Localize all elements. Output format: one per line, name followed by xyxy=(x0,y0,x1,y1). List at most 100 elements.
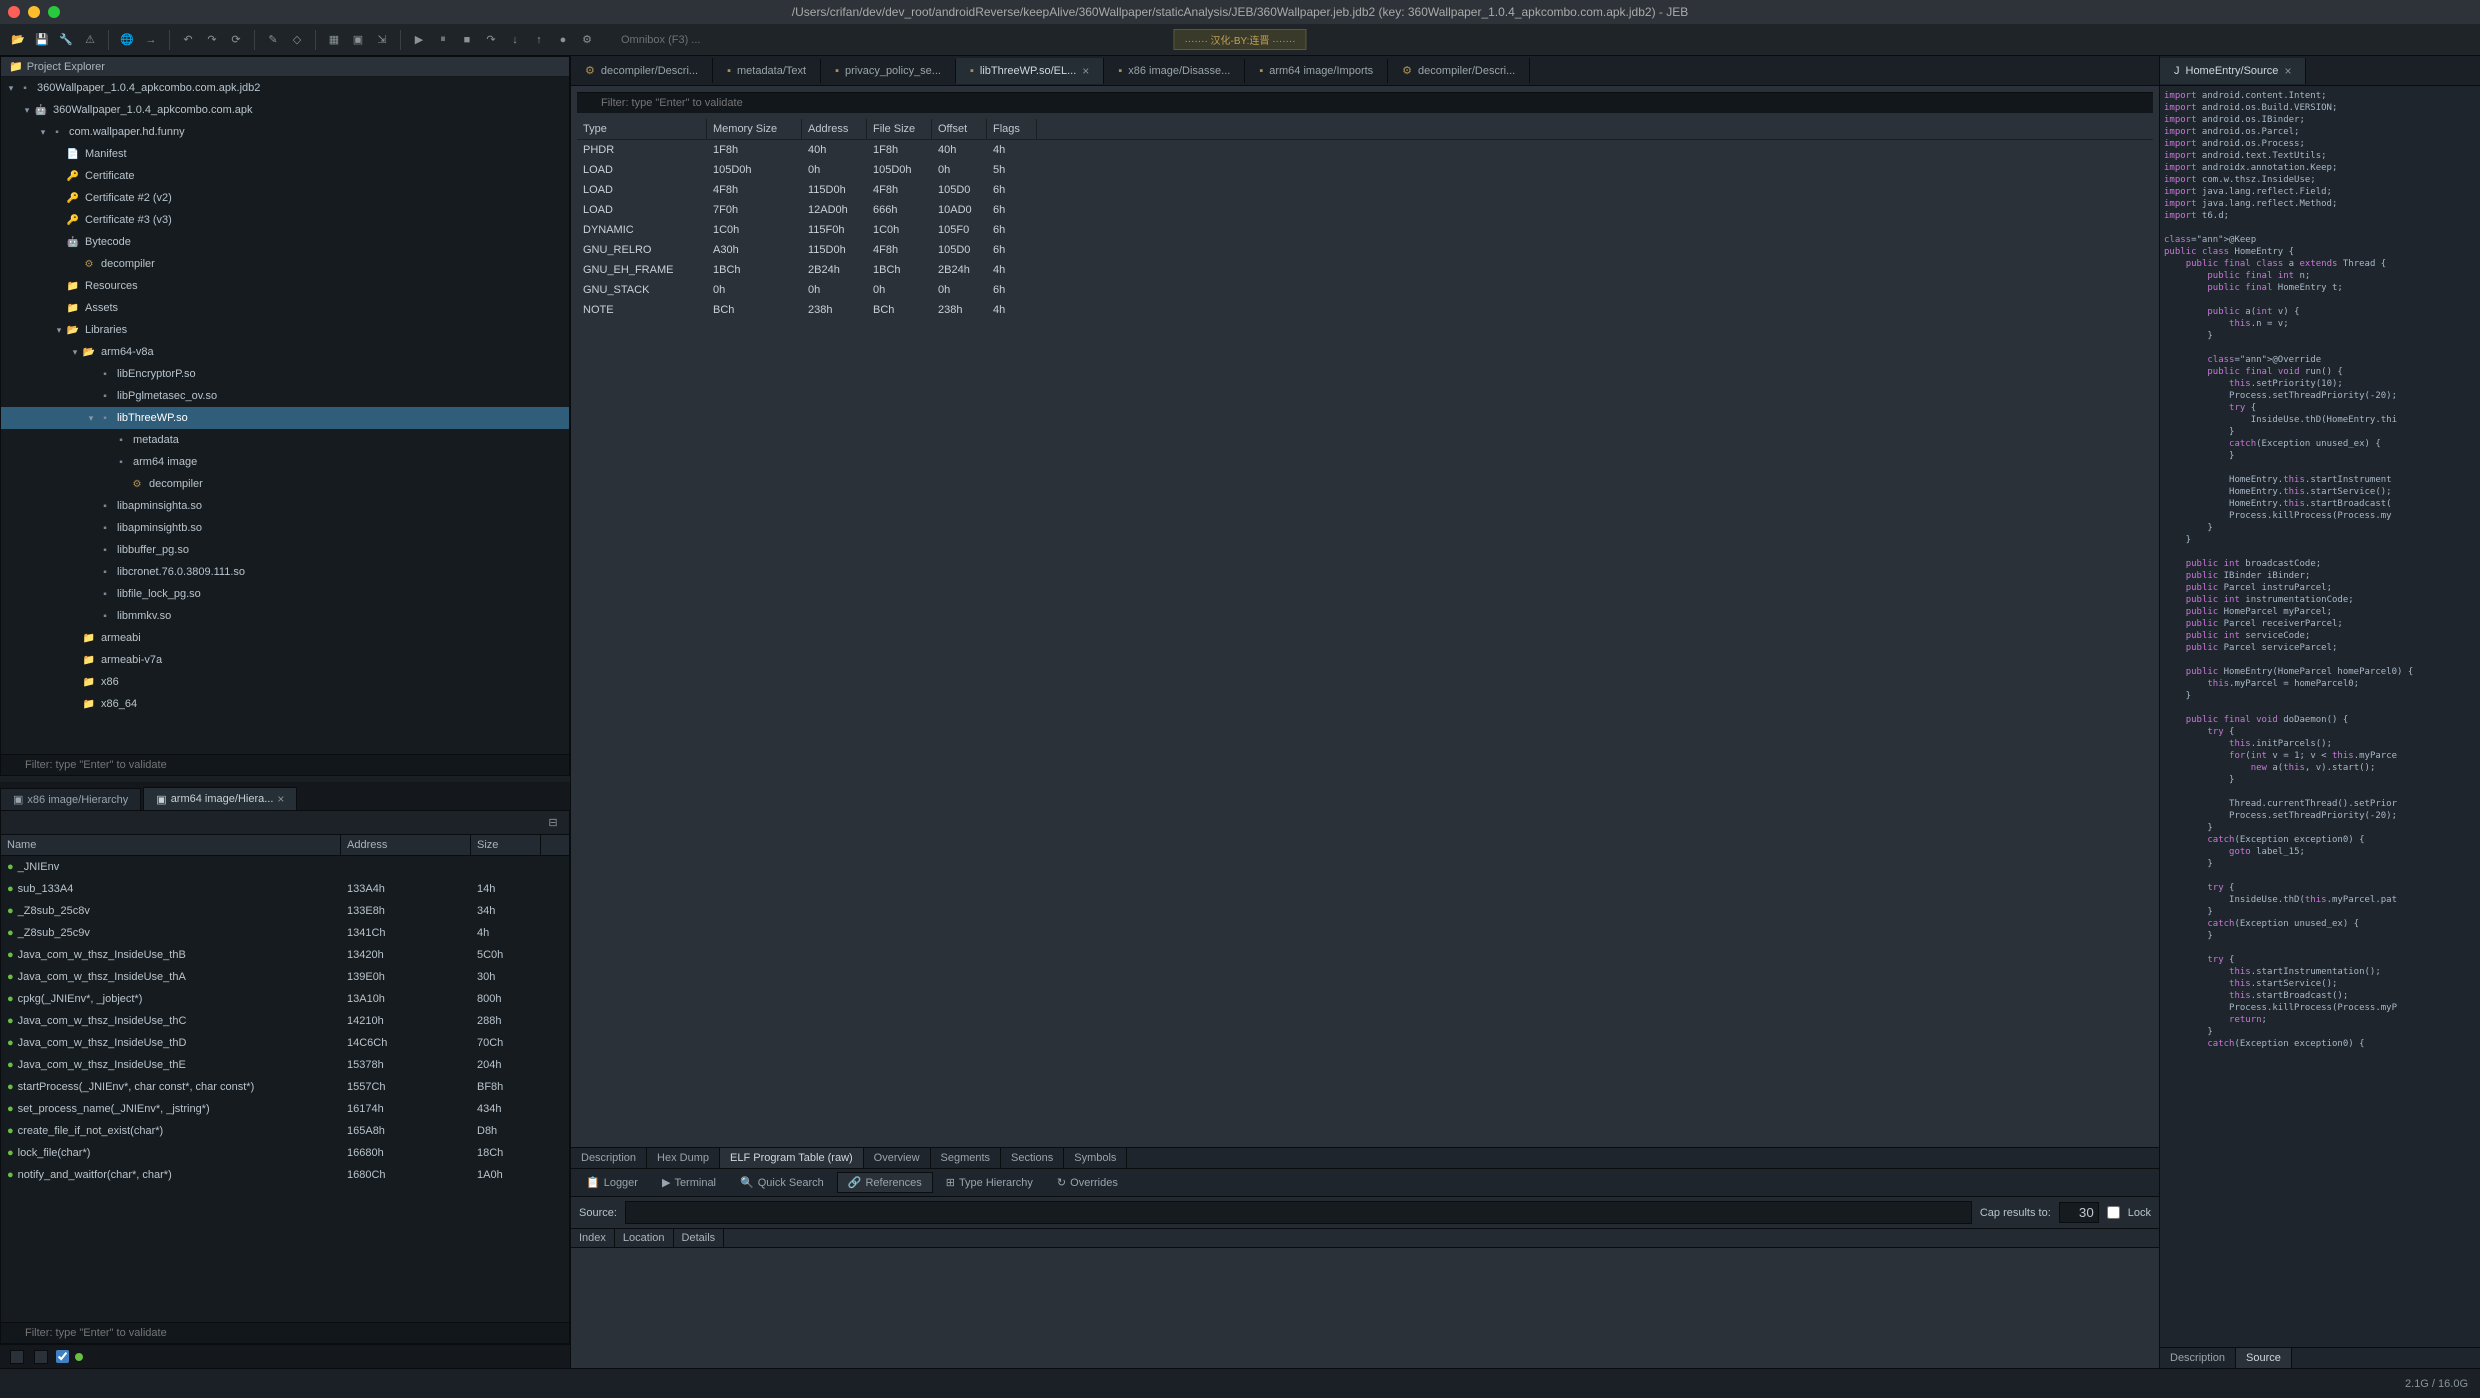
tree-item[interactable]: ▪ arm64 image xyxy=(1,451,569,473)
source-tab[interactable]: J HomeEntry/Source × xyxy=(2160,58,2306,84)
editor-bottom-tab[interactable]: Symbols xyxy=(1064,1148,1127,1168)
step-out-icon[interactable]: ↑ xyxy=(529,30,549,50)
table-row[interactable]: ●lock_file(char*)16680h18Ch xyxy=(1,1142,569,1164)
table-row[interactable]: ●notify_and_waitfor(char*, char*)1680Ch1… xyxy=(1,1164,569,1186)
table-row[interactable]: LOAD105D0h0h105D0h0h5h xyxy=(577,160,2153,180)
table-row[interactable]: ●Java_com_w_thsz_InsideUse_thB13420h5C0h xyxy=(1,944,569,966)
editor-tab[interactable]: ⚙decompiler/Descri... xyxy=(1388,58,1530,83)
editor-bottom-tab[interactable]: Segments xyxy=(931,1148,1002,1168)
editor-tab[interactable]: ▪libThreeWP.so/EL...× xyxy=(956,58,1104,84)
elf-col-header[interactable]: Address xyxy=(802,119,867,139)
tree-item[interactable]: ▾ ▪ 360Wallpaper_1.0.4_apkcombo.com.apk.… xyxy=(1,77,569,99)
table-row[interactable]: ●Java_com_w_thsz_InsideUse_thD14C6Ch70Ch xyxy=(1,1032,569,1054)
table-row[interactable]: ●_Z8sub_25c8v133E8h34h xyxy=(1,900,569,922)
hierarchy-tab[interactable]: ▣arm64 image/Hiera...× xyxy=(143,787,297,810)
redo-icon[interactable]: ↷ xyxy=(202,30,222,50)
table-row[interactable]: ●Java_com_w_thsz_InsideUse_thE15378h204h xyxy=(1,1054,569,1076)
table-row[interactable]: ●Java_com_w_thsz_InsideUse_thA139E0h30h xyxy=(1,966,569,988)
tree-item[interactable]: ▪ metadata xyxy=(1,429,569,451)
editor-bottom-tab[interactable]: ELF Program Table (raw) xyxy=(720,1148,864,1168)
view-btn-1[interactable] xyxy=(10,1350,24,1364)
warning-icon[interactable]: ⚠ xyxy=(80,30,100,50)
edit-icon[interactable]: ✎ xyxy=(263,30,283,50)
col-header-address[interactable]: Address xyxy=(341,835,471,855)
open-icon[interactable]: 📂 xyxy=(8,30,28,50)
elf-filter-input[interactable] xyxy=(577,93,2153,113)
step-over-icon[interactable]: ↷ xyxy=(481,30,501,50)
table-row[interactable]: ●Java_com_w_thsz_InsideUse_thC14210h288h xyxy=(1,1010,569,1032)
console-tab[interactable]: ⊞Type Hierarchy xyxy=(935,1172,1044,1193)
omnibox-hint[interactable]: Omnibox (F3) ... xyxy=(621,34,700,46)
source-input[interactable] xyxy=(625,1201,1972,1224)
close-window-button[interactable] xyxy=(8,6,20,18)
analyze-icon[interactable]: 🔧 xyxy=(56,30,76,50)
tag-icon[interactable]: ◇ xyxy=(287,30,307,50)
tree-item[interactable]: ▪ libfile_lock_pg.so xyxy=(1,583,569,605)
table-row[interactable]: LOAD4F8h115D0h4F8h105D06h xyxy=(577,180,2153,200)
elf-col-header[interactable]: Offset xyxy=(932,119,987,139)
project-tree[interactable]: ▾ ▪ 360Wallpaper_1.0.4_apkcombo.com.apk.… xyxy=(1,77,569,754)
tree-item[interactable]: 📁 armeabi xyxy=(1,627,569,649)
hierarchy-filter-input[interactable] xyxy=(1,1323,569,1343)
hierarchy-table-body[interactable]: ●_JNIEnv●sub_133A4133A4h14h●_Z8sub_25c8v… xyxy=(1,856,569,1322)
tree-item[interactable]: 📁 Assets xyxy=(1,297,569,319)
console-tab[interactable]: ▶Terminal xyxy=(651,1172,727,1193)
tree-item[interactable]: 📁 Resources xyxy=(1,275,569,297)
editor-tab[interactable]: ▪arm64 image/Imports xyxy=(1245,59,1388,83)
table-row[interactable]: PHDR1F8h40h1F8h40h4h xyxy=(577,140,2153,160)
editor-tab[interactable]: ▪metadata/Text xyxy=(713,59,821,83)
editor-tab[interactable]: ▪x86 image/Disasse... xyxy=(1104,59,1245,83)
editor-tab[interactable]: ⚙decompiler/Descri... xyxy=(571,58,713,83)
editor-bottom-tab[interactable]: Description xyxy=(571,1148,647,1168)
cap-results-input[interactable] xyxy=(2059,1202,2099,1223)
console-col-header[interactable]: Index xyxy=(571,1229,615,1247)
elf-table-body[interactable]: PHDR1F8h40h1F8h40h4hLOAD105D0h0h105D0h0h… xyxy=(577,140,2153,320)
tree-item[interactable]: 📄 Manifest xyxy=(1,143,569,165)
table-row[interactable]: ●_Z8sub_25c9v1341Ch4h xyxy=(1,922,569,944)
tree-item[interactable]: 🤖 Bytecode xyxy=(1,231,569,253)
save-icon[interactable]: 💾 xyxy=(32,30,52,50)
refresh-icon[interactable]: ⟳ xyxy=(226,30,246,50)
table-row[interactable]: GNU_RELROA30h115D0h4F8h105D06h xyxy=(577,240,2153,260)
close-icon[interactable]: × xyxy=(1082,64,1089,78)
console-tab[interactable]: ↻Overrides xyxy=(1046,1172,1129,1193)
tree-item[interactable]: 📁 armeabi-v7a xyxy=(1,649,569,671)
tree-item[interactable]: ▪ libEncryptorP.so xyxy=(1,363,569,385)
table-row[interactable]: ●sub_133A4133A4h14h xyxy=(1,878,569,900)
console-tab[interactable]: 🔍Quick Search xyxy=(729,1172,835,1193)
tree-item[interactable]: ▾ ▪ libThreeWP.so xyxy=(1,407,569,429)
console-body[interactable] xyxy=(571,1248,2159,1368)
tree-filter-input[interactable] xyxy=(1,755,569,775)
table-row[interactable]: LOAD7F0h12AD0h666h10AD06h xyxy=(577,200,2153,220)
tree-item[interactable]: ▪ libPglmetasec_ov.so xyxy=(1,385,569,407)
tree-item[interactable]: ▪ libcronet.76.0.3809.111.so xyxy=(1,561,569,583)
elf-col-header[interactable]: Flags xyxy=(987,119,1037,139)
close-icon[interactable]: × xyxy=(277,792,284,806)
elf-col-header[interactable]: Memory Size xyxy=(707,119,802,139)
collapse-icon[interactable]: ⇲ xyxy=(372,30,392,50)
table-row[interactable]: DYNAMIC1C0h115F0h1C0h105F06h xyxy=(577,220,2153,240)
tree-item[interactable]: ▪ libapminsighta.so xyxy=(1,495,569,517)
console-tab[interactable]: 📋Logger xyxy=(575,1172,649,1193)
table-row[interactable]: ●_JNIEnv xyxy=(1,856,569,878)
tree-item[interactable]: 📁 x86_64 xyxy=(1,693,569,715)
editor-tab[interactable]: ▪privacy_policy_se... xyxy=(821,59,956,83)
forward-icon[interactable]: → xyxy=(141,30,161,50)
table-row[interactable]: NOTEBCh238hBCh238h4h xyxy=(577,300,2153,320)
breakpoint-icon[interactable]: ● xyxy=(553,30,573,50)
debug-stop-icon[interactable]: ■ xyxy=(457,30,477,50)
editor-bottom-tab[interactable]: Hex Dump xyxy=(647,1148,720,1168)
source-bottom-tab[interactable]: Source xyxy=(2236,1348,2292,1368)
source-code-view[interactable]: import android.content.Intent; import an… xyxy=(2160,86,2480,1347)
tree-item[interactable]: ▾ 🤖 360Wallpaper_1.0.4_apkcombo.com.apk xyxy=(1,99,569,121)
col-header-size[interactable]: Size xyxy=(471,835,541,855)
lock-checkbox[interactable] xyxy=(2107,1206,2120,1219)
block-icon[interactable]: ▣ xyxy=(348,30,368,50)
step-into-icon[interactable]: ↓ xyxy=(505,30,525,50)
tree-item[interactable]: 🔑 Certificate xyxy=(1,165,569,187)
table-row[interactable]: GNU_EH_FRAME1BCh2B24h1BCh2B24h4h xyxy=(577,260,2153,280)
elf-col-header[interactable]: Type xyxy=(577,119,707,139)
table-row[interactable]: ●set_process_name(_JNIEnv*, _jstring*)16… xyxy=(1,1098,569,1120)
console-col-header[interactable]: Details xyxy=(674,1229,725,1247)
editor-bottom-tab[interactable]: Sections xyxy=(1001,1148,1064,1168)
